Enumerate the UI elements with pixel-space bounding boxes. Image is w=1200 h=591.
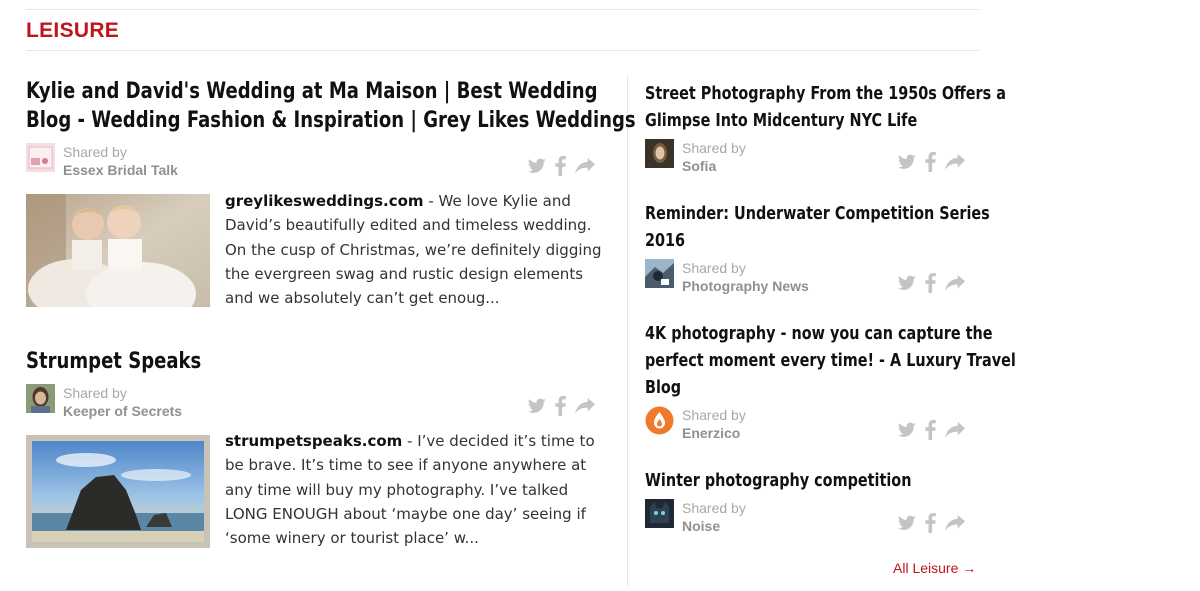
article-thumbnail[interactable] [26,435,210,548]
facebook-icon[interactable] [925,273,936,293]
twitter-icon[interactable] [898,422,916,438]
share-arrow-icon[interactable] [945,154,965,170]
article-meta: Shared by Sofia [645,139,746,175]
twitter-icon[interactable] [898,275,916,291]
side-article-title-link[interactable]: Street Photography From the 1950s Offers… [645,80,1006,134]
social-actions [898,420,965,440]
article-title-link[interactable]: Strumpet Speaks [26,347,201,376]
author-link[interactable]: Enerzico [682,424,746,442]
author-link[interactable]: Sofia [682,157,746,175]
side-article-title-link[interactable]: Reminder: Underwater Competition Series … [645,200,990,254]
facebook-icon[interactable] [555,396,566,416]
article-excerpt: greylikesweddings.com - We love Kylie an… [225,192,602,308]
facebook-icon[interactable] [925,420,936,440]
author-link[interactable]: Photography News [682,277,809,295]
shared-by-label: Shared by [63,385,127,401]
avatar[interactable] [26,143,55,172]
shared-by-label: Shared by [682,140,746,156]
article-meta: Shared by Photography News [645,259,809,295]
social-actions [528,396,595,416]
avatar[interactable] [645,406,674,435]
all-leisure-link[interactable]: All Leisure → [893,560,976,576]
social-actions [898,152,965,172]
twitter-icon[interactable] [528,398,546,414]
social-actions [528,156,595,176]
share-arrow-icon[interactable] [575,158,595,174]
article-meta: Shared by Keeper of Secrets [26,384,182,420]
shared-by-label: Shared by [682,407,746,423]
source-domain[interactable]: strumpetspeaks.com [225,432,402,450]
shared-by-label: Shared by [63,144,127,160]
twitter-icon[interactable] [898,154,916,170]
source-domain[interactable]: greylikesweddings.com [225,192,424,210]
share-arrow-icon[interactable] [945,275,965,291]
author-link[interactable]: Noise [682,517,746,535]
avatar[interactable] [26,384,55,413]
facebook-icon[interactable] [925,513,936,533]
avatar[interactable] [645,259,674,288]
side-article-title-link[interactable]: 4K photography - now you can capture the… [645,320,1016,401]
share-arrow-icon[interactable] [945,422,965,438]
shared-by-label: Shared by [682,500,746,516]
article-meta: Shared by Enerzico [645,406,746,442]
share-arrow-icon[interactable] [575,398,595,414]
title-divider [26,50,979,51]
article-meta: Shared by Essex Bridal Talk [26,143,178,179]
column-divider [627,76,628,586]
top-divider [26,9,979,10]
social-actions [898,273,965,293]
twitter-icon[interactable] [898,515,916,531]
avatar[interactable] [645,499,674,528]
author-link[interactable]: Essex Bridal Talk [63,161,178,179]
article-title-link[interactable]: Kylie and David's Wedding at Ma Maison |… [26,77,636,135]
author-link[interactable]: Keeper of Secrets [63,402,182,420]
shared-by-label: Shared by [682,260,746,276]
side-article-title-link[interactable]: Winter photography competition [645,467,911,494]
facebook-icon[interactable] [925,152,936,172]
section-title: LEISURE [26,19,120,42]
facebook-icon[interactable] [555,156,566,176]
share-arrow-icon[interactable] [945,515,965,531]
twitter-icon[interactable] [528,158,546,174]
article-thumbnail[interactable] [26,194,210,307]
social-actions [898,513,965,533]
avatar[interactable] [645,139,674,168]
article-excerpt: strumpetspeaks.com - I’ve decided it’s t… [225,432,595,548]
article-meta: Shared by Noise [645,499,746,535]
